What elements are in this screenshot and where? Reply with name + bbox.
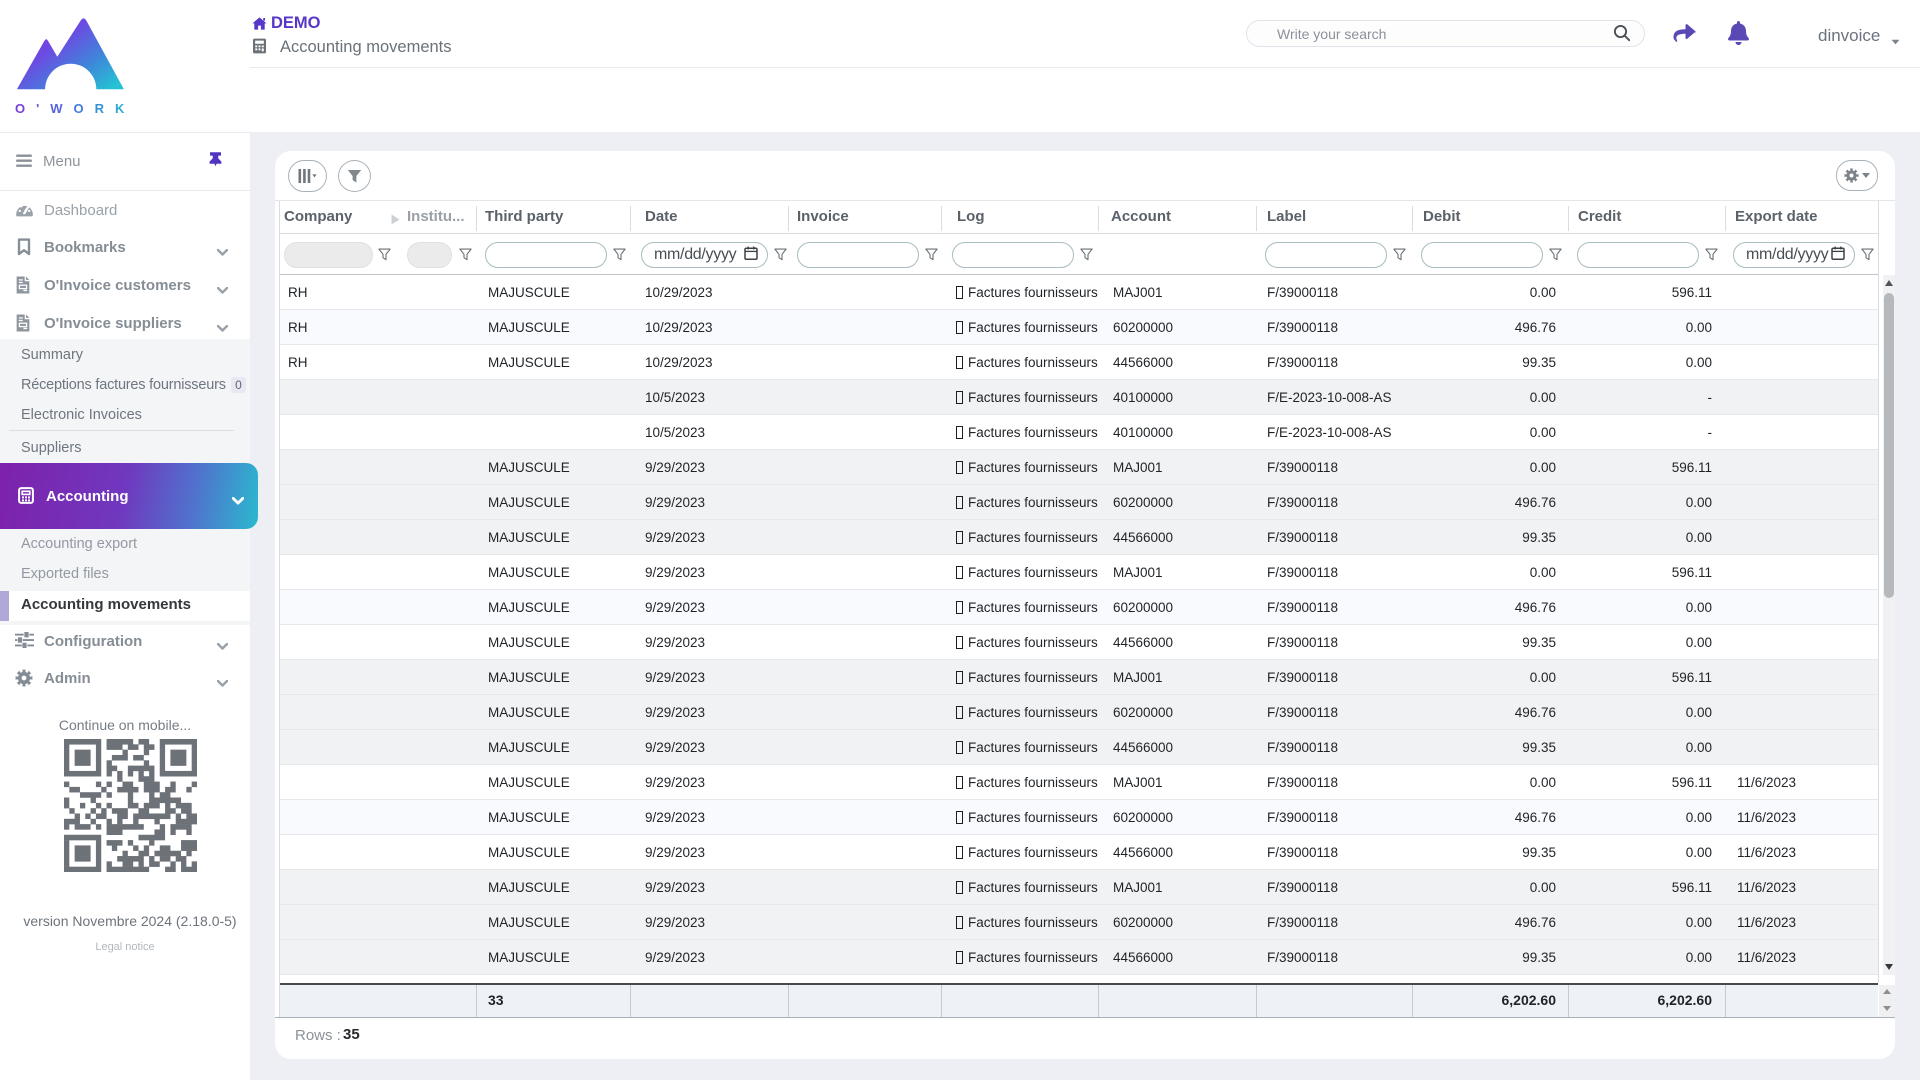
svg-text:O'WORK: O'WORK [15,101,135,116]
